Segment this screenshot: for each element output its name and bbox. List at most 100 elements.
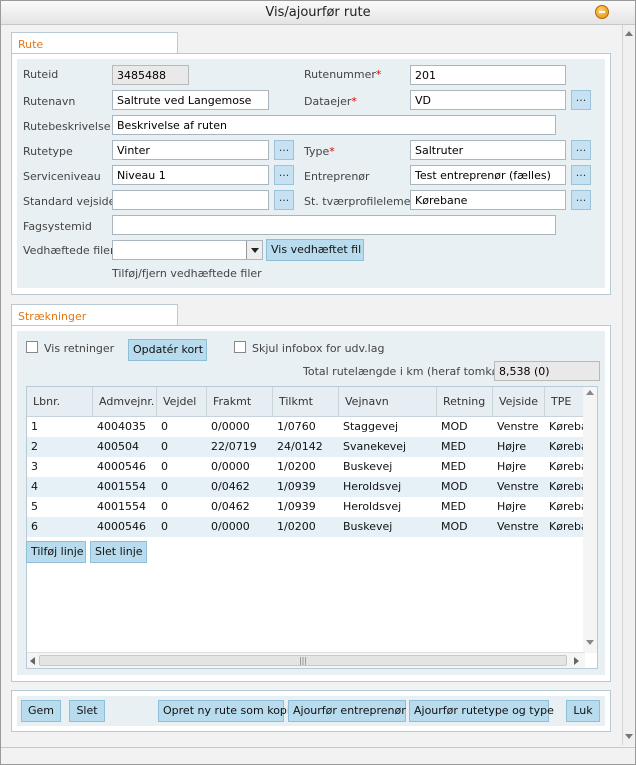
type-field[interactable]: Saltruter: [410, 140, 566, 160]
table-cell: Kørebane: [549, 520, 598, 533]
table-row[interactable]: 3 4000546 0 0/0000 1/0200 Buskevej MED Højre Kør…: [27, 457, 597, 477]
st-tvaerprofil-field[interactable]: Kørebane: [410, 190, 566, 210]
type-label: Type*: [304, 145, 335, 158]
column-header[interactable]: Frakmt: [207, 387, 273, 417]
table-cell: 1/0200: [277, 520, 316, 533]
table-cell: MOD: [441, 480, 468, 493]
table-cell: 1: [31, 420, 38, 433]
tilfoj-linje-button[interactable]: Tilføj linje: [26, 541, 86, 563]
type-lookup-button[interactable]: ...: [571, 140, 591, 160]
table-cell: Højre: [497, 460, 527, 473]
table-cell: MOD: [441, 420, 468, 433]
column-header[interactable]: TPE: [545, 387, 584, 417]
required-mark: *: [351, 95, 357, 108]
table-cell: 1/0760: [277, 420, 316, 433]
opret-kopi-button[interactable]: Opret ny rute som kopi: [158, 700, 290, 722]
scroll-down-icon[interactable]: [625, 734, 633, 739]
table-vertical-scrollbar[interactable]: [583, 387, 597, 653]
column-header[interactable]: Retning: [437, 387, 493, 417]
table-cell: 0: [161, 420, 168, 433]
table-row[interactable]: 1 4004035 0 0/0000 1/0760 Staggevej MOD Venstre…: [27, 417, 597, 437]
table-cell: 24/0142: [277, 440, 323, 453]
rutenummer-label: Rutenummer*: [304, 68, 381, 81]
rutenavn-label: Rutenavn: [23, 95, 76, 108]
luk-button[interactable]: Luk: [566, 700, 600, 722]
scroll-up-icon[interactable]: [625, 31, 633, 36]
tab-rute[interactable]: Rute: [11, 32, 178, 54]
standard-vejside-lookup-button[interactable]: ...: [274, 190, 294, 210]
table-horizontal-scrollbar[interactable]: |||: [27, 652, 585, 668]
table-row[interactable]: 5 4001554 0 0/0462 1/0939 Heroldsvej MED Højre K…: [27, 497, 598, 517]
table-cell: Svanekevej: [343, 440, 407, 453]
tab-straekninger[interactable]: Strækninger: [11, 304, 178, 326]
fagsystemid-field[interactable]: [112, 215, 556, 235]
standard-vejside-field[interactable]: [112, 190, 269, 210]
table-cell: 0/0000: [211, 420, 250, 433]
scroll-thumb[interactable]: |||: [39, 655, 567, 666]
required-mark: *: [375, 68, 382, 81]
table-cell: Højre: [497, 500, 527, 513]
serviceniveau-lookup-button[interactable]: ...: [274, 165, 294, 185]
ruteid-field: 3485488: [112, 65, 189, 85]
table-cell: 0: [161, 500, 168, 513]
entreprenor-field[interactable]: Test entreprenør (fælles): [410, 165, 566, 185]
table-cell: 0: [161, 480, 168, 493]
rutetype-lookup-button[interactable]: ...: [274, 140, 294, 160]
column-header[interactable]: Vejside: [493, 387, 545, 417]
rutenummer-field[interactable]: 201: [410, 65, 566, 85]
scroll-right-icon[interactable]: [574, 657, 579, 665]
tilfoj-fjern-link[interactable]: Tilføj/fjern vedhæftede filer: [112, 267, 262, 280]
slet-button[interactable]: Slet: [69, 700, 105, 722]
vis-vedhaeftet-button[interactable]: Vis vedhæftet fil: [266, 239, 364, 261]
rutenummer-label-text: Rutenummer: [304, 68, 376, 81]
column-header[interactable]: Vejdel: [157, 387, 207, 417]
window-scrollbar[interactable]: [622, 25, 634, 745]
table-cell: 0/0000: [211, 460, 250, 473]
serviceniveau-field[interactable]: Niveau 1: [112, 165, 269, 185]
type-label-text: Type: [304, 145, 330, 158]
dataejer-label-text: Dataejer: [304, 95, 352, 108]
chevron-down-icon[interactable]: [246, 241, 262, 259]
rutetype-field[interactable]: Vinter: [112, 140, 269, 160]
entreprenor-lookup-button[interactable]: ...: [571, 165, 591, 185]
tab-straekninger-label: Strækninger: [18, 310, 87, 323]
total-label: Total rutelængde i km (heraf tomkørsel): [303, 365, 523, 378]
column-header[interactable]: Tilkmt: [273, 387, 339, 417]
rutebeskrivelse-field[interactable]: Beskrivelse af ruten: [112, 115, 556, 135]
table-cell: 4001554: [97, 480, 146, 493]
column-header[interactable]: Vejnavn: [339, 387, 437, 417]
scroll-down-icon[interactable]: [586, 640, 594, 645]
table-row[interactable]: 2 400504 0 22/0719 24/0142 Svanekevej MED Højre…: [27, 437, 598, 457]
scroll-up-icon[interactable]: [586, 390, 594, 395]
table-cell: Kørebane: [549, 440, 598, 453]
tab-rute-label: Rute: [18, 38, 44, 51]
opdater-kort-button[interactable]: Opdatér kort: [128, 339, 207, 361]
minimize-icon[interactable]: [595, 5, 609, 19]
column-header[interactable]: Lbnr.: [27, 387, 93, 417]
vedhaeftede-select[interactable]: [112, 240, 263, 260]
table-row[interactable]: 4 4001554 0 0/0462 1/0939 Heroldsvej MOD Venstr…: [27, 477, 598, 497]
skjul-infobox-checkbox[interactable]: [234, 341, 246, 353]
dataejer-field[interactable]: VD: [410, 90, 566, 110]
table-row[interactable]: 6 4000546 0 0/0000 1/0200 Buskevej MOD Venstre K…: [27, 517, 598, 537]
ajourfor-entreprenor-button[interactable]: Ajourfør entreprenør: [288, 700, 406, 722]
table-cell: 22/0719: [211, 440, 257, 453]
scroll-left-icon[interactable]: [30, 657, 35, 665]
table-cell: Kørebane: [549, 500, 598, 513]
dataejer-lookup-button[interactable]: ...: [571, 90, 591, 110]
table-cell: MED: [441, 500, 466, 513]
table-cell: 4000546: [97, 520, 146, 533]
st-tvaerprofil-lookup-button[interactable]: ...: [571, 190, 591, 210]
table-cell: Kørebane: [549, 480, 598, 493]
vis-retninger-checkbox[interactable]: [26, 341, 38, 353]
gem-button[interactable]: Gem: [21, 700, 61, 722]
column-header[interactable]: Admvejnr.: [93, 387, 157, 417]
required-mark: *: [329, 145, 335, 158]
table-cell: Staggevej: [343, 420, 399, 433]
table-cell: 0: [161, 440, 168, 453]
rutenavn-field[interactable]: Saltrute ved Langemose: [112, 90, 269, 110]
window: Vis/ajourfør rute Rute Ruteid 3485488 Ru…: [0, 0, 636, 765]
ajourfor-rutetype-button[interactable]: Ajourfør rutetype og type: [409, 700, 554, 722]
title-bar: Vis/ajourfør rute: [1, 1, 635, 25]
slet-linje-button[interactable]: Slet linje: [90, 541, 147, 563]
